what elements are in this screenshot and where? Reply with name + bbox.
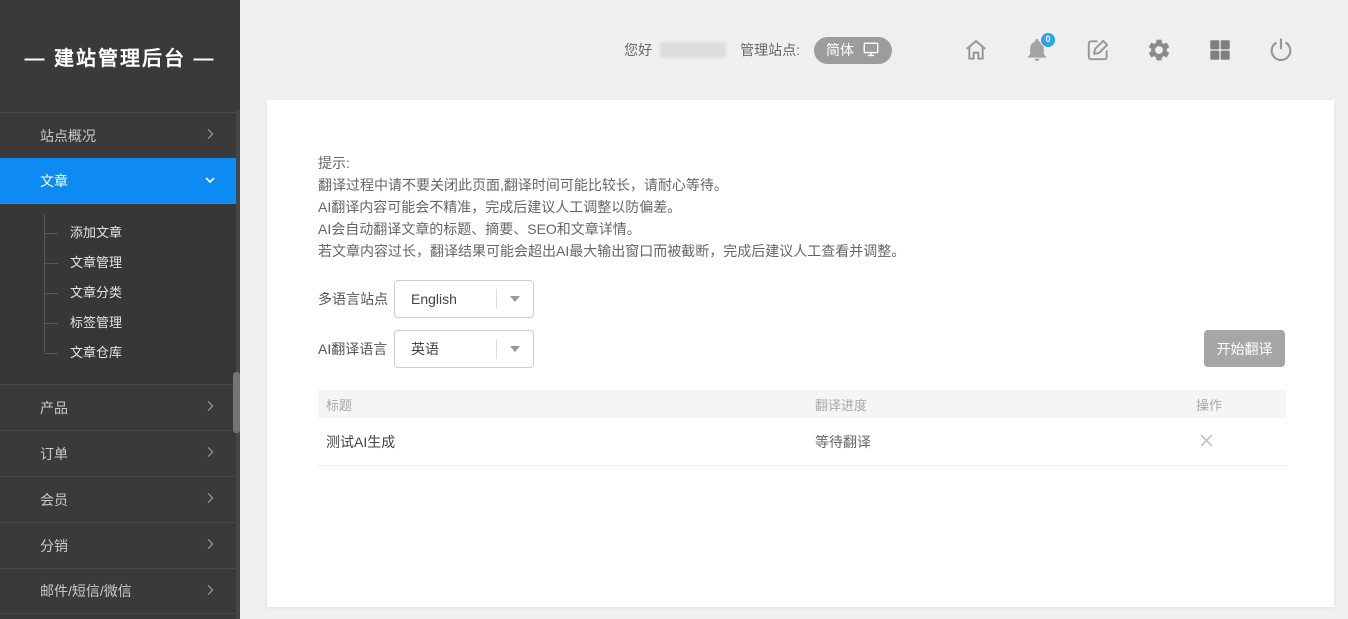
tips-line: AI会自动翻译文章的标题、摘要、SEO和文章详情。 bbox=[318, 218, 905, 240]
caret-down-icon bbox=[497, 296, 533, 302]
translation-table: 标题 翻译进度 操作 测试AI生成 等待翻译 bbox=[318, 390, 1286, 466]
ai-language-row: AI翻译语言 英语 bbox=[318, 330, 534, 368]
greeting-label: 您好 bbox=[624, 40, 652, 60]
redacted-username bbox=[660, 42, 726, 58]
topbar: 您好 管理站点: 简体 0 bbox=[240, 0, 1348, 100]
close-icon[interactable] bbox=[1198, 432, 1215, 449]
start-translation-button[interactable]: 开始翻译 bbox=[1204, 330, 1285, 367]
multilingual-site-value: English bbox=[395, 291, 496, 307]
submenu-item-article-categories[interactable]: 文章分类 bbox=[0, 278, 240, 308]
chevron-right-icon bbox=[202, 126, 218, 145]
tips-block: 提示: 翻译过程中请不要关闭此页面,翻译时间可能比较长，请耐心等待。 AI翻译内… bbox=[318, 152, 905, 262]
sidebar-nav-lower: 产品 订单 会员 分销 邮件/短信/微信 bbox=[0, 384, 240, 614]
multilingual-site-row: 多语言站点 English bbox=[318, 280, 534, 318]
monitor-icon bbox=[862, 40, 880, 61]
caret-down-icon bbox=[497, 346, 533, 352]
table-row: 测试AI生成 等待翻译 bbox=[318, 418, 1286, 466]
power-icon[interactable] bbox=[1268, 37, 1294, 63]
tips-line: AI翻译内容可能会不精准，完成后建议人工调整以防偏差。 bbox=[318, 196, 905, 218]
content-card: 提示: 翻译过程中请不要关闭此页面,翻译时间可能比较长，请耐心等待。 AI翻译内… bbox=[267, 100, 1334, 607]
ai-language-select[interactable]: 英语 bbox=[394, 330, 534, 368]
table-header: 标题 翻译进度 操作 bbox=[318, 390, 1286, 418]
sidebar-item-site-overview[interactable]: 站点概况 bbox=[0, 112, 240, 158]
sidebar-scrollbar-track bbox=[236, 110, 240, 619]
sidebar-item-email-sms-wechat[interactable]: 邮件/短信/微信 bbox=[0, 568, 240, 614]
sidebar-item-orders[interactable]: 订单 bbox=[0, 430, 240, 476]
submenu-item-article-warehouse[interactable]: 文章仓库 bbox=[0, 338, 240, 368]
sidebar-item-members[interactable]: 会员 bbox=[0, 476, 240, 522]
app-title: — 建站管理后台 — bbox=[0, 0, 240, 112]
gear-icon[interactable] bbox=[1146, 37, 1172, 63]
sidebar-item-distribution[interactable]: 分销 bbox=[0, 522, 240, 568]
edit-icon[interactable] bbox=[1085, 37, 1111, 63]
multilingual-site-label: 多语言站点 bbox=[318, 289, 394, 309]
sidebar-nav: 站点概况 文章 bbox=[0, 112, 240, 204]
sidebar-item-products[interactable]: 产品 bbox=[0, 384, 240, 430]
notification-badge: 0 bbox=[1040, 32, 1056, 48]
row-progress: 等待翻译 bbox=[815, 432, 1196, 452]
chevron-right-icon bbox=[202, 444, 218, 463]
site-language-badge[interactable]: 简体 bbox=[814, 37, 892, 64]
header-title: 标题 bbox=[318, 395, 815, 414]
chevron-right-icon bbox=[202, 582, 218, 601]
submenu-item-article-management[interactable]: 文章管理 bbox=[0, 248, 240, 278]
sidebar-item-articles[interactable]: 文章 bbox=[0, 158, 240, 204]
tips-title: 提示: bbox=[318, 152, 905, 174]
header-actions: 操作 bbox=[1196, 395, 1286, 414]
submenu-item-add-article[interactable]: 添加文章 bbox=[0, 218, 240, 248]
submenu-item-tag-management[interactable]: 标签管理 bbox=[0, 308, 240, 338]
sidebar: — 建站管理后台 — 站点概况 文章 添加文章 文章管理 文章分类 标签管理 文… bbox=[0, 0, 240, 619]
chevron-right-icon bbox=[202, 536, 218, 555]
articles-submenu: 添加文章 文章管理 文章分类 标签管理 文章仓库 bbox=[0, 204, 240, 384]
ai-language-label: AI翻译语言 bbox=[318, 339, 394, 359]
tips-line: 若文章内容过长，翻译结果可能会超出AI最大输出窗口而被截断，完成后建议人工查看并… bbox=[318, 240, 905, 262]
multilingual-site-select[interactable]: English bbox=[394, 280, 534, 318]
grid-icon[interactable] bbox=[1207, 37, 1233, 63]
chevron-right-icon bbox=[202, 490, 218, 509]
chevron-down-icon bbox=[202, 172, 218, 191]
tips-line: 翻译过程中请不要关闭此页面,翻译时间可能比较长，请耐心等待。 bbox=[318, 174, 905, 196]
ai-language-value: 英语 bbox=[395, 339, 496, 359]
bell-icon[interactable]: 0 bbox=[1024, 37, 1050, 63]
home-icon[interactable] bbox=[963, 37, 989, 63]
manage-site-label: 管理站点: bbox=[740, 40, 800, 60]
chevron-right-icon bbox=[202, 398, 218, 417]
site-language-label: 简体 bbox=[826, 40, 854, 60]
row-title: 测试AI生成 bbox=[318, 432, 815, 452]
header-progress: 翻译进度 bbox=[815, 395, 1196, 414]
sidebar-scrollbar-thumb[interactable] bbox=[233, 372, 240, 433]
